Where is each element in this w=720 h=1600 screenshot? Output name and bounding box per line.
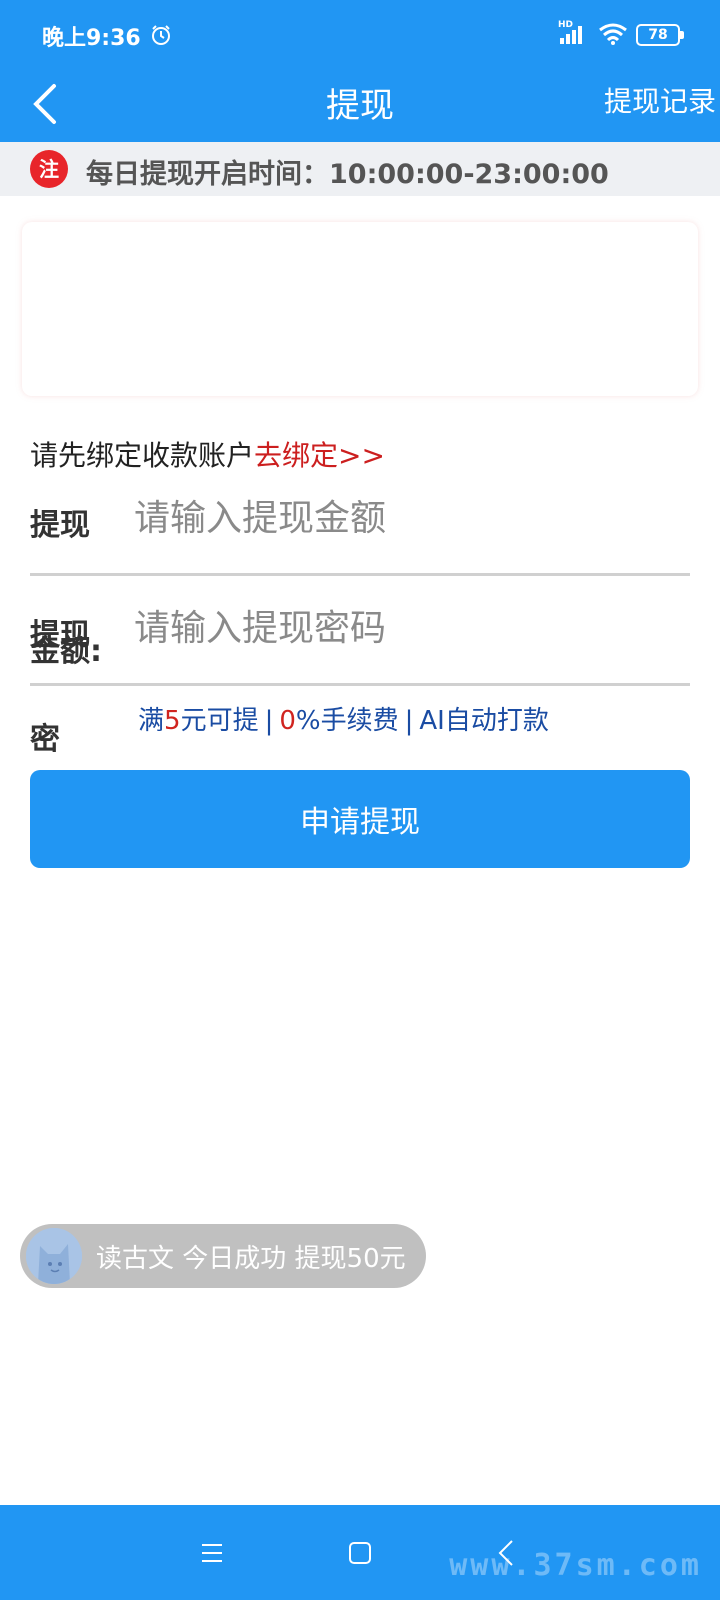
tip-min-suffix: 元可提: [180, 706, 259, 736]
password-label-overflow-1: 密: [30, 722, 60, 757]
notice-text: 每日提现开启时间：10:00:00-23:00:00: [86, 159, 609, 190]
status-time: 晚上9:36: [42, 26, 141, 51]
alarm-icon: [152, 25, 170, 45]
tip-auto-pay: AI自动打款: [419, 706, 549, 736]
password-field: 提现: [30, 576, 690, 686]
success-toast: 读古文 今日成功 提现50元: [20, 1224, 426, 1288]
tip-fee-number: 0: [279, 706, 296, 736]
password-input[interactable]: [134, 598, 674, 658]
amount-field: 提现: [30, 466, 690, 576]
watermark-text: www.37sm.com: [449, 1548, 702, 1583]
toast-message: 读古文 今日成功 提现50元: [96, 1244, 406, 1274]
tip-min-prefix: 满: [138, 706, 165, 736]
account-card[interactable]: [22, 222, 698, 396]
hd-label: HD: [558, 20, 574, 30]
withdraw-record-link[interactable]: 提现记录: [604, 80, 716, 120]
amount-input[interactable]: [134, 488, 674, 548]
menu-icon[interactable]: [194, 1535, 230, 1571]
tip-separator: |: [404, 706, 414, 736]
tip-fee-text: %手续费: [295, 706, 399, 736]
amount-label-overflow: 金额:: [30, 634, 102, 669]
status-bar: 晚上9:36 HD 78: [0, 0, 720, 70]
amount-label: 提现: [30, 508, 90, 543]
tip-separator: |: [264, 706, 274, 736]
withdraw-tips: 满5元可提 | 0%手续费 | AI自动打款: [138, 700, 549, 737]
apply-withdraw-button[interactable]: 申请提现: [30, 770, 690, 868]
nav-bar: 提现 提现记录: [0, 70, 720, 142]
tip-min-amount: 5: [164, 706, 181, 736]
withdraw-page: 晚上9:36 HD 78 提现 提现记录 注 每日提现开启时间：10:00:00…: [0, 0, 720, 1600]
battery-icon: 78: [636, 24, 684, 46]
notice-bar: 注 每日提现开启时间：10:00:00-23:00:00: [0, 142, 720, 196]
cat-avatar-icon: [26, 1228, 82, 1284]
notice-badge: 注: [30, 150, 68, 188]
wifi-icon: [599, 23, 627, 45]
header: 晚上9:36 HD 78 提现 提现记录: [0, 0, 720, 142]
home-icon[interactable]: [342, 1535, 378, 1571]
